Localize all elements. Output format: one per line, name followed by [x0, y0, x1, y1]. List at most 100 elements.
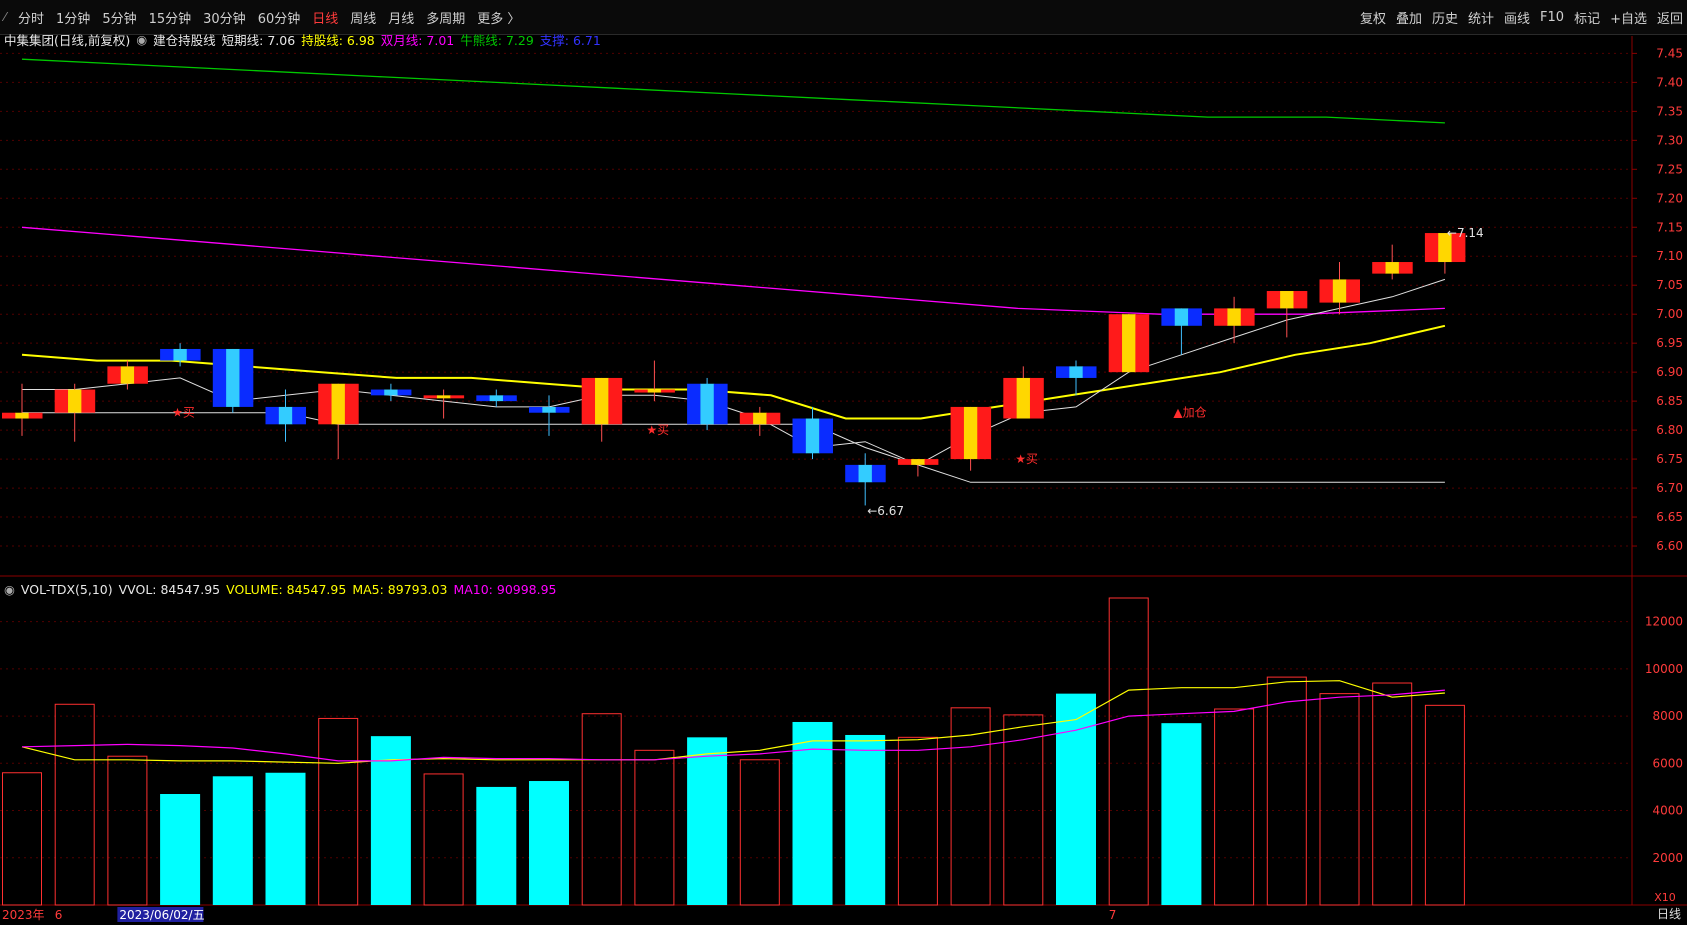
candle-body-17-1 [911, 459, 926, 465]
hold-line-value: 持股线: 6.98 [301, 32, 375, 48]
period-tab-8[interactable]: 月线 [388, 8, 414, 27]
candle-body-22-2 [1188, 308, 1202, 326]
candle-body-13-1 [700, 383, 715, 425]
volume-bar-26 [1372, 682, 1413, 906]
volume-bar-16 [845, 734, 886, 905]
price-tick-label-8: 7.05 [1656, 278, 1683, 292]
volume-bar-15 [792, 721, 833, 905]
candle-body-21-0 [1108, 314, 1123, 373]
candle-body-21-1 [1122, 314, 1136, 373]
indicator-name: 建仓持股线 [153, 32, 216, 48]
period-tab-3[interactable]: 15分钟 [149, 8, 192, 27]
candle-body-3-0 [160, 348, 174, 361]
period-tab-10[interactable]: 更多 〉 [477, 8, 520, 27]
candle-body-13-2 [713, 383, 728, 425]
candle-body-25-2 [1346, 279, 1360, 303]
candle-body-11-2 [608, 377, 623, 425]
candle-body-13-0 [687, 383, 701, 425]
price-tick-label-12: 6.85 [1656, 394, 1683, 408]
period-tab-7[interactable]: 周线 [350, 8, 376, 27]
candle-body-0-1 [15, 412, 30, 419]
candle-body-4-0 [212, 348, 227, 407]
candle-body-7-2 [397, 389, 412, 396]
candle-body-10-2 [555, 406, 570, 413]
volume-bar-27 [1424, 704, 1465, 906]
candle-body-15-2 [819, 418, 833, 454]
candle-body-15-1 [805, 418, 820, 454]
double-month-line-value: 双月线: 7.01 [380, 32, 455, 48]
volume-bar-9 [476, 786, 517, 905]
pin-icon[interactable]: ⁄ [4, 10, 6, 24]
tool-button-3[interactable]: 统计 [1468, 8, 1494, 27]
candle-body-17-0 [897, 459, 912, 465]
volume-bar-14 [739, 759, 780, 906]
vvol-value: VVOL: 84547.95 [118, 581, 221, 597]
volume-value: VOLUME: 84547.95 [226, 581, 347, 597]
candle-body-27-0 [1424, 233, 1439, 263]
tool-button-2[interactable]: 历史 [1432, 8, 1458, 27]
candle-body-14-0 [739, 412, 754, 425]
candle-body-3-2 [186, 348, 201, 361]
tool-button-5[interactable]: F10 [1540, 10, 1564, 25]
tool-button-4[interactable]: 画线 [1504, 8, 1530, 27]
candle-body-1-1 [68, 389, 82, 413]
volume-bar-20 [1056, 693, 1096, 905]
tool-button-1[interactable]: 叠加 [1396, 8, 1422, 27]
chart-canvas[interactable]: 7.45 7.40 7.35 7.30 7.25 7.20 7.15 7.10 7.05 7.00… [0, 0, 1687, 925]
price-tick-label-17: 6.60 [1656, 539, 1683, 553]
price-tick-label-0: 7.45 [1656, 46, 1683, 60]
tool-button-7[interactable]: +自选 [1610, 8, 1647, 27]
candle-body-10-1 [542, 406, 557, 413]
price-tick-label-11: 6.90 [1656, 365, 1683, 379]
price-tick-label-5: 7.20 [1656, 191, 1683, 205]
volume-bar-1 [54, 703, 95, 906]
period-tab-0[interactable]: 分时 [18, 8, 44, 27]
period-tab-1[interactable]: 1分钟 [56, 8, 90, 27]
candle-body-4-1 [226, 348, 240, 407]
candle-body-1-0 [54, 389, 69, 413]
volume-bar-24 [1266, 676, 1307, 906]
period-tab-2[interactable]: 5分钟 [102, 8, 136, 27]
price-tick-label-14: 6.75 [1656, 452, 1683, 466]
tool-button-6[interactable]: 标记 [1574, 8, 1600, 27]
candle-body-5-1 [278, 406, 293, 425]
price-tick-label-9: 7.00 [1656, 307, 1683, 321]
tool-button-8[interactable]: 返回 [1657, 8, 1683, 27]
candle-body-2-2 [134, 366, 148, 384]
period-tab-9[interactable]: 多周期 [426, 8, 465, 27]
candle-body-14-1 [753, 412, 767, 425]
ma10-value: MA10: 90998.95 [453, 581, 557, 597]
price-tick-label-2: 7.35 [1656, 104, 1683, 118]
candle-body-19-2 [1029, 377, 1044, 419]
candle-body-15-0 [792, 418, 807, 454]
period-tab-5[interactable]: 60分钟 [258, 8, 301, 27]
tool-button-0[interactable]: 复权 [1360, 8, 1386, 27]
volume-bar-7 [370, 736, 411, 905]
candle-body-5-2 [292, 406, 306, 425]
candle-body-20-2 [1082, 366, 1097, 378]
volume-tick-label-5: 2000 [1652, 851, 1683, 865]
volume-legend: ◉ VOL-TDX(5,10) VVOL: 84547.95 VOLUME: 8… [4, 580, 557, 598]
volume-bar-21 [1108, 597, 1149, 906]
indicator-settings-icon[interactable]: ◉ [136, 32, 147, 47]
volume-settings-icon[interactable]: ◉ [4, 582, 15, 597]
candle-body-0-0 [2, 412, 16, 419]
candle-body-23-0 [1214, 308, 1228, 326]
candle-body-21-2 [1135, 314, 1150, 373]
volume-tick-label-2: 8000 [1652, 709, 1683, 723]
volume-bar-2 [107, 755, 148, 906]
chart-annotation-5: ←7.14 [1447, 226, 1484, 240]
candle-body-27-1 [1438, 233, 1453, 263]
volume-bar-13 [687, 737, 728, 905]
candle-body-11-0 [581, 377, 596, 425]
candle-body-18-0 [950, 406, 965, 460]
candle-body-12-1 [647, 389, 662, 393]
period-tab-4[interactable]: 30分钟 [203, 8, 246, 27]
candle-body-22-1 [1174, 308, 1189, 326]
period-tab-6[interactable]: 日线 [312, 8, 338, 27]
candle-body-6-0 [318, 383, 333, 425]
volume-bar-19 [1003, 714, 1044, 906]
candle-body-1-2 [81, 389, 96, 413]
candle-body-16-1 [858, 464, 873, 483]
candle-body-8-1 [436, 395, 451, 399]
